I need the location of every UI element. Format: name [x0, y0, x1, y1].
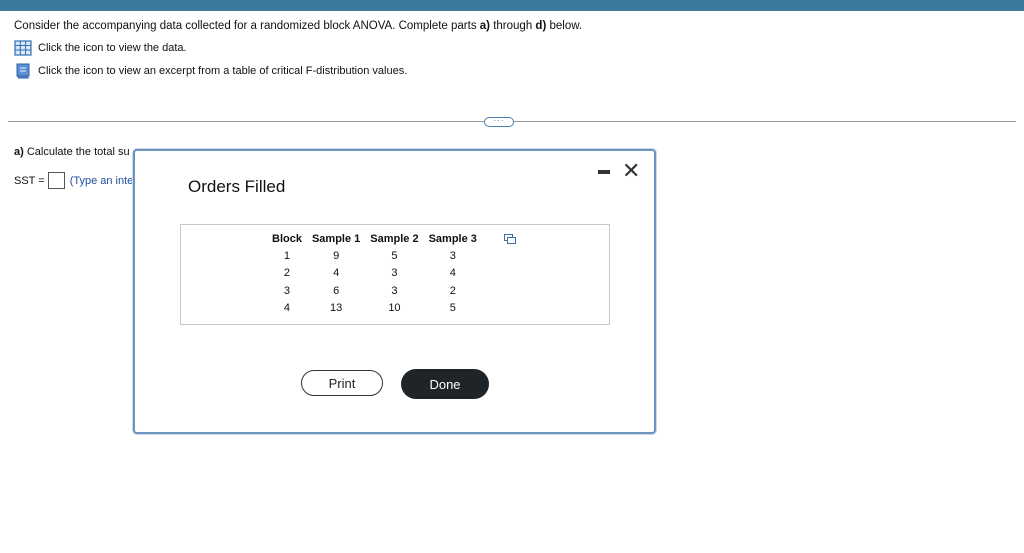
table-cell: 5 — [449, 302, 456, 315]
view-data-link-text[interactable]: Click the icon to view the data. — [38, 42, 187, 54]
close-icon[interactable]: ✕ — [622, 160, 640, 182]
header-sample-3: Sample 3 — [428, 233, 477, 245]
table-cell: 5 — [391, 249, 398, 262]
header-sample-2: Sample 2 — [370, 233, 419, 245]
table-row: 1 9 5 3 — [267, 247, 482, 265]
orders-filled-dialog: Orders Filled ✕ Block Sample 1 Sample 2 … — [133, 149, 656, 434]
top-bar — [0, 0, 1024, 11]
table-row: 3 6 3 2 — [267, 282, 482, 300]
sst-input[interactable] — [47, 172, 65, 189]
question-text: Consider the accompanying data collected… — [14, 20, 582, 32]
table-cell: 13 — [330, 302, 343, 315]
table-cell: 6 — [333, 284, 340, 297]
table-cell: 9 — [333, 249, 340, 262]
header-block: Block — [272, 233, 302, 245]
part-a-label: a) — [14, 146, 24, 158]
question-middle: through — [490, 20, 536, 32]
table-cell: 10 — [388, 302, 401, 315]
dialog-title: Orders Filled — [188, 177, 286, 196]
table-cell: 4 — [449, 267, 456, 280]
copy-icon[interactable] — [504, 234, 516, 244]
question-part-a: a) — [479, 20, 491, 32]
table-cell: 1 — [283, 249, 291, 262]
table-row: 2 4 3 4 — [267, 265, 482, 283]
view-ftable-link-text[interactable]: Click the icon to view an excerpt from a… — [38, 65, 407, 77]
minimize-icon[interactable] — [598, 170, 610, 174]
table-cell: 3 — [391, 284, 398, 297]
part-a-prompt: a) Calculate the total su — [14, 146, 130, 158]
table-cell: 4 — [283, 302, 291, 315]
sst-answer-row: SST = (Type an inte — [14, 172, 133, 189]
table-cell: 3 — [391, 267, 398, 280]
table-cell: 3 — [449, 249, 456, 262]
table-cell: 3 — [283, 284, 291, 297]
orders-table: Block Sample 1 Sample 2 Sample 3 1 9 5 3… — [267, 231, 482, 317]
part-a-text: Calculate the total su — [23, 146, 130, 158]
sst-hint: (Type an inte — [69, 174, 134, 187]
more-options-button[interactable]: ··· — [484, 117, 514, 127]
header-sample-1: Sample 1 — [311, 233, 361, 245]
table-header-row: Block Sample 1 Sample 2 Sample 3 — [267, 231, 482, 247]
question-prefix: Consider the accompanying data collected… — [14, 20, 480, 32]
table-cell: 4 — [333, 267, 340, 280]
view-ftable-link[interactable]: Click the icon to view an excerpt from a… — [14, 62, 407, 80]
sst-label: SST = — [14, 174, 45, 187]
question-part-d: d) — [535, 20, 547, 32]
table-cell: 2 — [449, 284, 456, 297]
data-table-container: Block Sample 1 Sample 2 Sample 3 1 9 5 3… — [180, 224, 610, 325]
table-cell: 2 — [283, 267, 291, 280]
book-icon[interactable] — [14, 63, 32, 79]
question-suffix: below. — [546, 20, 583, 32]
done-button[interactable]: Done — [401, 369, 489, 399]
view-data-link[interactable]: Click the icon to view the data. — [14, 39, 187, 57]
table-row: 4 13 10 5 — [267, 300, 482, 318]
print-button[interactable]: Print — [301, 370, 383, 396]
table-grid-icon[interactable] — [14, 40, 32, 56]
